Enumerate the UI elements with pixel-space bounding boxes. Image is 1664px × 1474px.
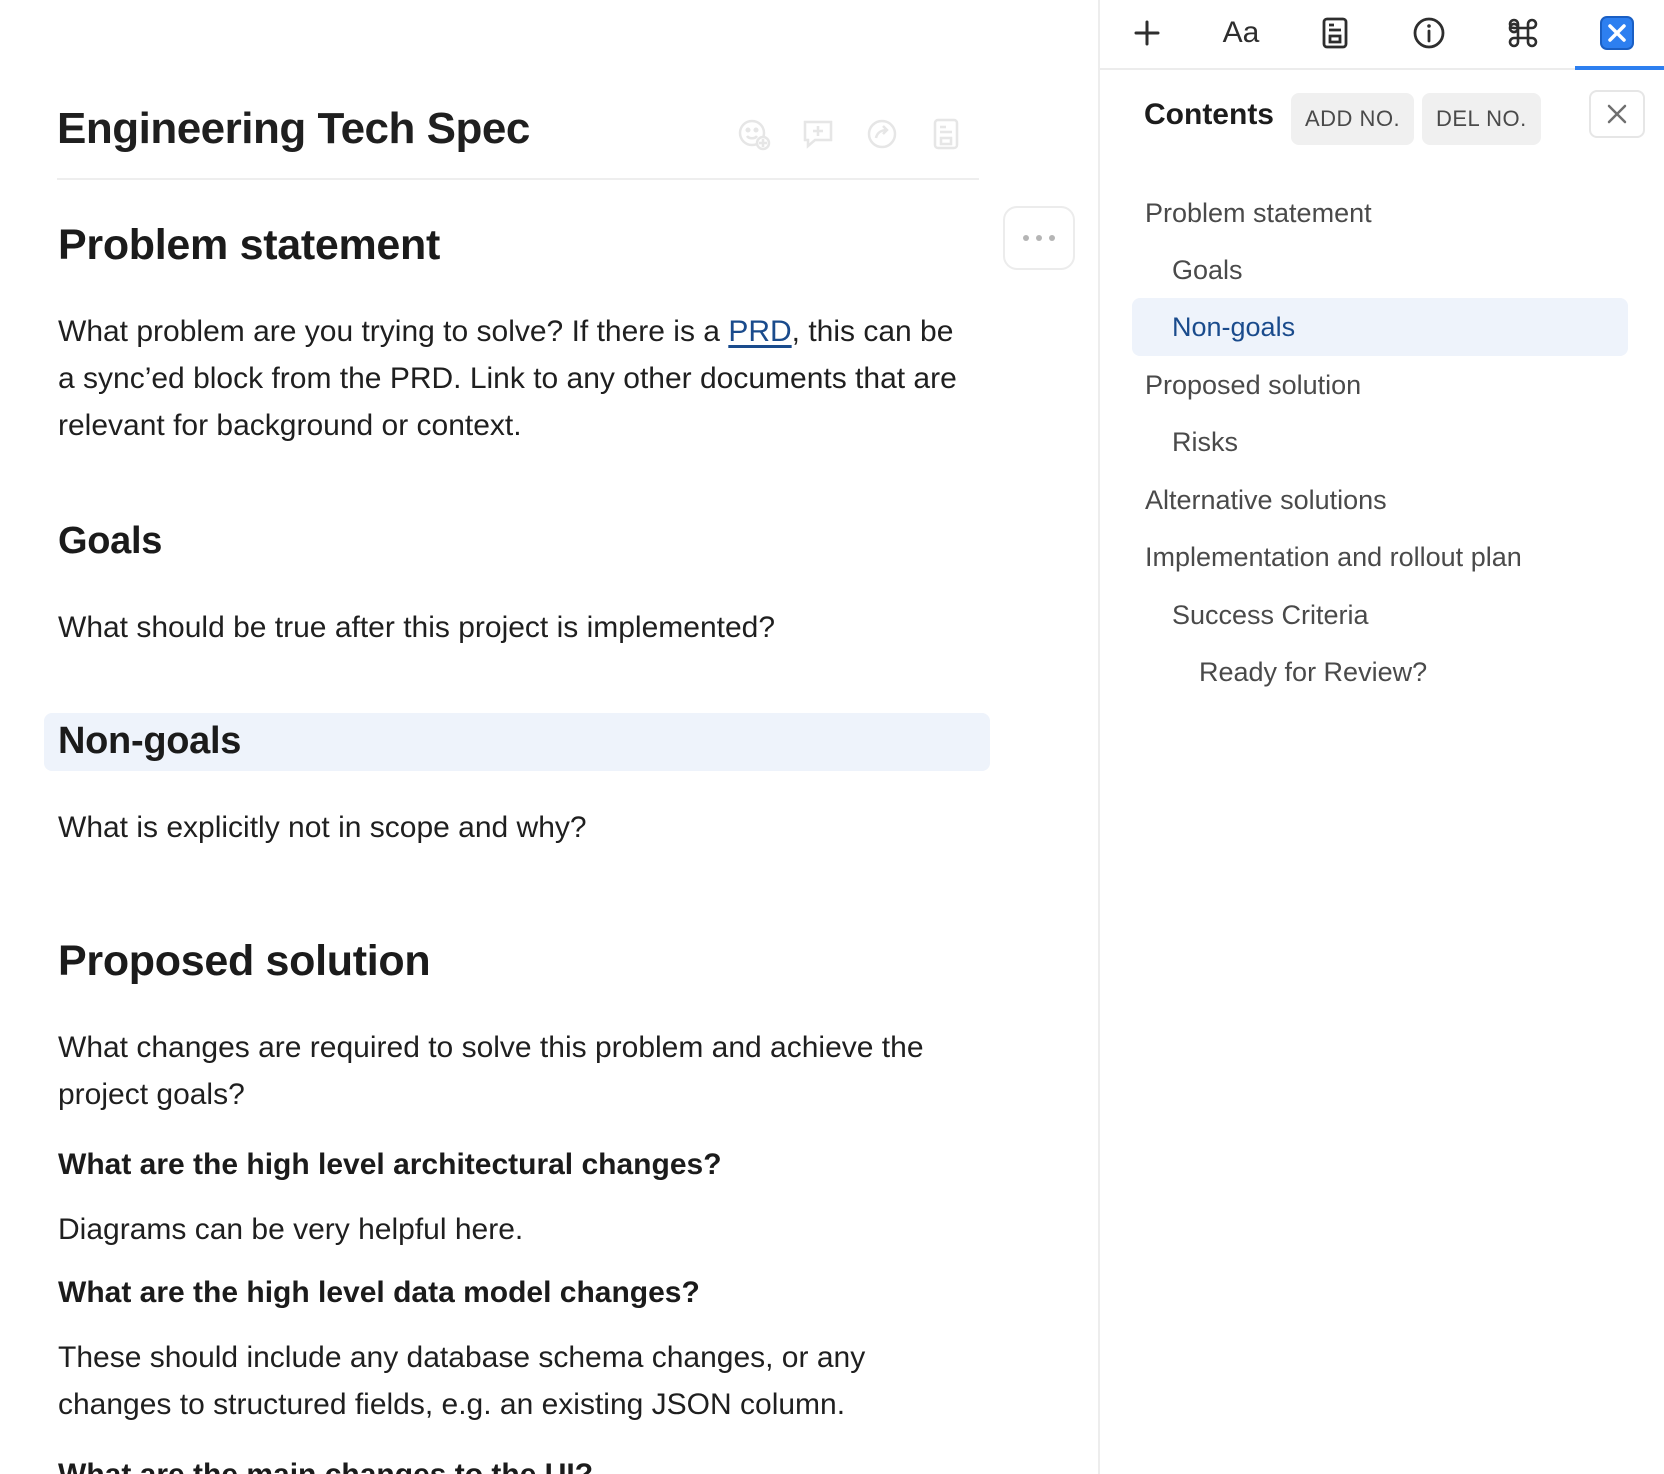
toc-item-implementation-plan[interactable]: Implementation and rollout plan <box>1132 528 1628 586</box>
panel-tab-bar: Aa <box>1100 0 1664 70</box>
close-icon <box>1607 104 1627 124</box>
info-icon <box>1413 17 1445 49</box>
toc-item-problem-statement[interactable]: Problem statement <box>1132 184 1628 242</box>
typography-icon: Aa <box>1222 16 1260 49</box>
heading-proposed-solution[interactable]: Proposed solution <box>58 937 431 986</box>
template-icon[interactable] <box>924 112 968 156</box>
data-model-changes-text[interactable]: These should include any database schema… <box>58 1334 968 1428</box>
heading-ui-changes[interactable]: What are the main changes to the UI? <box>58 1458 593 1474</box>
toc-item-proposed-solution[interactable]: Proposed solution <box>1132 356 1628 414</box>
prd-link[interactable]: PRD <box>728 315 791 348</box>
toc-item-success-criteria[interactable]: Success Criteria <box>1132 586 1628 644</box>
document-title[interactable]: Engineering Tech Spec <box>57 104 530 154</box>
add-comment-icon[interactable] <box>796 112 840 156</box>
template-icon <box>1322 17 1348 49</box>
editor-pane: Engineering Tech Spec Problem statement … <box>0 0 1098 1474</box>
share-icon[interactable] <box>860 112 904 156</box>
active-tab-indicator <box>1575 66 1664 70</box>
heading-architectural-changes[interactable]: What are the high level architectural ch… <box>58 1148 722 1182</box>
close-panel-button[interactable] <box>1589 90 1645 138</box>
add-emoji-icon[interactable] <box>732 112 776 156</box>
tab-templates[interactable] <box>1288 0 1382 66</box>
contents-panel: Aa Contents ADD NO. DEL NO. Problem stat… <box>1098 0 1664 1474</box>
delete-numbering-button[interactable]: DEL NO. <box>1422 93 1541 145</box>
architectural-changes-text[interactable]: Diagrams can be very helpful here. <box>58 1206 968 1253</box>
toc-item-ready-for-review[interactable]: Ready for Review? <box>1132 643 1628 701</box>
close-box-icon <box>1600 16 1634 50</box>
heading-non-goals[interactable]: Non-goals <box>58 720 241 763</box>
add-numbering-button[interactable]: ADD NO. <box>1291 93 1415 145</box>
contents-title: Contents <box>1144 98 1274 131</box>
problem-statement-text[interactable]: What problem are you trying to solve? If… <box>58 308 968 449</box>
ellipsis-icon <box>1023 235 1029 241</box>
toc-item-risks[interactable]: Risks <box>1132 413 1628 471</box>
heading-goals[interactable]: Goals <box>58 520 162 563</box>
tab-contents[interactable] <box>1570 0 1664 66</box>
non-goals-text[interactable]: What is explicitly not in scope and why? <box>58 804 968 851</box>
toc-item-goals[interactable]: Goals <box>1132 241 1628 299</box>
title-toolbar <box>732 112 968 156</box>
command-icon <box>1508 18 1538 48</box>
block-more-button[interactable] <box>1003 206 1075 270</box>
plus-icon <box>1134 20 1160 46</box>
title-divider <box>57 178 979 180</box>
heading-problem-statement[interactable]: Problem statement <box>58 221 440 270</box>
tab-insert[interactable] <box>1100 0 1194 66</box>
proposed-solution-text[interactable]: What changes are required to solve this … <box>58 1024 968 1118</box>
toc-item-non-goals[interactable]: Non-goals <box>1132 298 1628 356</box>
goals-text[interactable]: What should be true after this project i… <box>58 604 968 651</box>
toc-item-alternative-solutions[interactable]: Alternative solutions <box>1132 471 1628 529</box>
tab-shortcuts[interactable] <box>1476 0 1570 66</box>
heading-data-model-changes[interactable]: What are the high level data model chang… <box>58 1276 700 1310</box>
tab-typography[interactable]: Aa <box>1194 0 1288 66</box>
tab-info[interactable] <box>1382 0 1476 66</box>
